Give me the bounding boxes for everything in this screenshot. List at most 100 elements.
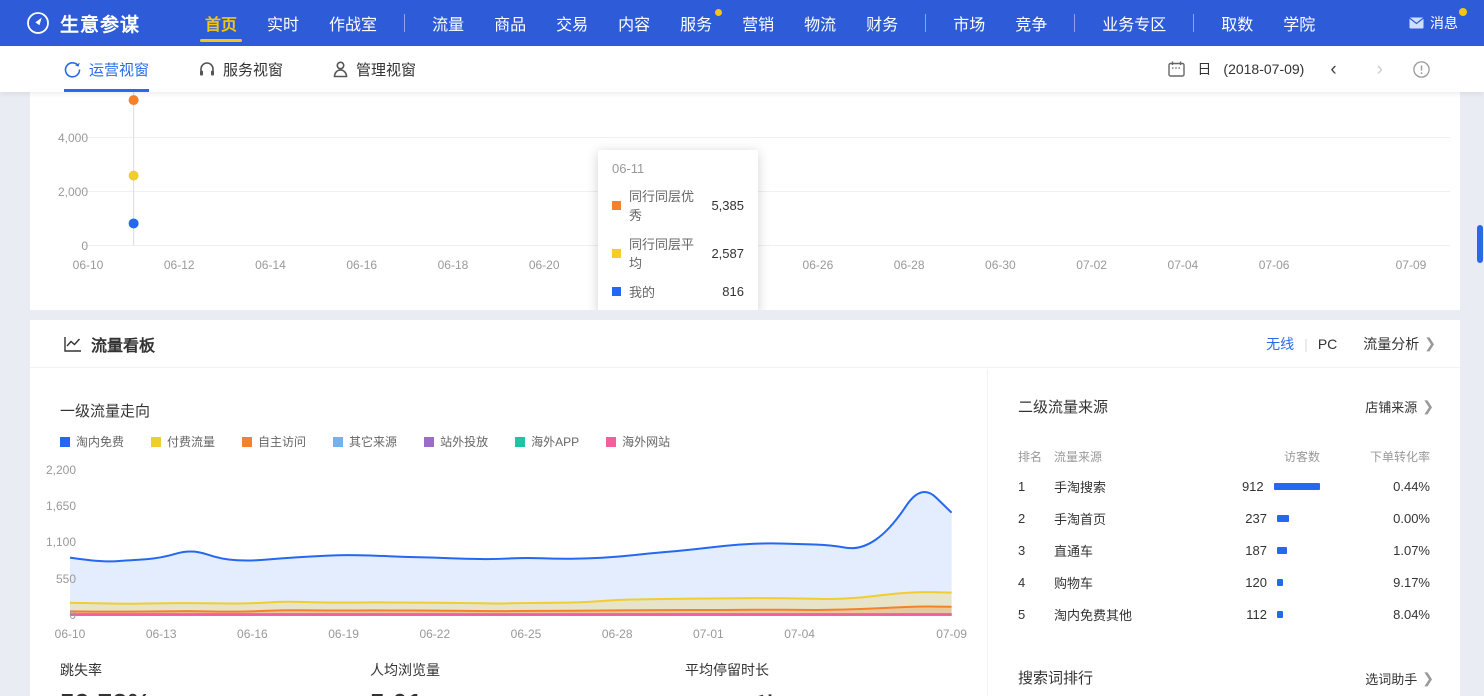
toggle-PC[interactable]: PC: [1318, 336, 1337, 352]
brand-name: 生意参谋: [60, 10, 140, 37]
source-row-淘内免费其他[interactable]: 5淘内免费其他1128.04%: [1018, 598, 1430, 630]
tab-管理视窗[interactable]: 管理视窗: [333, 46, 416, 92]
legend-color-swatch: [424, 437, 434, 447]
y-axis-tick: 1,650: [36, 499, 76, 513]
visitors-bar: [1277, 611, 1283, 618]
metric-label: 人均浏览量: [370, 660, 440, 680]
y-axis-tick: 1,100: [36, 535, 76, 549]
traffic-analysis-link[interactable]: 流量分析 ❯: [1363, 334, 1436, 354]
tab-label: 运营视窗: [89, 59, 149, 80]
source-visitors-cell: 112: [1170, 607, 1320, 622]
x-axis-tick: 07-01: [678, 627, 738, 641]
tab-label: 管理视窗: [356, 59, 416, 80]
metric-label: 平均停留时长: [685, 660, 779, 680]
traffic-board-header: 流量看板 无线|PC 流量分析 ❯: [30, 320, 1460, 368]
source-visitors: 120: [1170, 575, 1267, 590]
legend-item-海外网站[interactable]: 海外网站: [606, 433, 670, 450]
source-conversion: 0.44%: [1320, 479, 1430, 494]
legend-item-付费流量[interactable]: 付费流量: [151, 433, 215, 450]
nav-item-物流[interactable]: 物流: [789, 0, 851, 46]
source-row-购物车[interactable]: 4购物车1209.17%: [1018, 566, 1430, 598]
metric-value: 5.01: [370, 688, 440, 696]
source-name: 淘内免费其他: [1054, 605, 1170, 624]
message-label: 消息: [1430, 13, 1458, 33]
y-axis-tick: 0: [36, 608, 76, 622]
nav-divider: [404, 14, 405, 32]
y-axis-tick: 4,000: [46, 131, 88, 145]
nav-item-首页[interactable]: 首页: [190, 0, 252, 46]
x-axis-tick: 06-16: [222, 627, 282, 641]
x-axis-tick: 06-26: [788, 258, 848, 272]
x-axis-tick: 06-14: [240, 258, 300, 272]
legend-item-其它来源[interactable]: 其它来源: [333, 433, 397, 450]
legend-color-swatch: [242, 437, 252, 447]
nav-item-流量[interactable]: 流量: [417, 0, 479, 46]
chevron-right-icon: ❯: [1422, 670, 1434, 687]
nav-item-交易[interactable]: 交易: [541, 0, 603, 46]
x-axis-tick: 06-10: [58, 258, 118, 272]
legend-item-自主访问[interactable]: 自主访问: [242, 433, 306, 450]
tooltip-row: 我的816: [612, 282, 744, 301]
legend-label: 付费流量: [167, 433, 215, 450]
traffic-board-card: 流量看板 无线|PC 流量分析 ❯ 一级流量走向 淘内免费付费流量自主访问其它来…: [30, 320, 1460, 696]
toggle-无线[interactable]: 无线: [1266, 334, 1294, 354]
legend-label: 淘内免费: [76, 433, 124, 450]
legend-color-swatch: [151, 437, 161, 447]
legend-item-海外APP[interactable]: 海外APP: [515, 433, 579, 450]
trend-chart-card: 02,0004,000 06-1006-1206-1406-1606-1806-…: [30, 92, 1460, 310]
nav-item-商品[interactable]: 商品: [479, 0, 541, 46]
date-granularity[interactable]: 日: [1197, 59, 1211, 79]
nav-item-label: 商品: [494, 11, 526, 35]
tooltip-row: 同行同层平均2,587: [612, 234, 744, 272]
nav-item-label: 财务: [866, 11, 898, 35]
source-row-手淘首页[interactable]: 2手淘首页2370.00%: [1018, 502, 1430, 534]
visitors-bar: [1274, 483, 1320, 490]
nav-item-作战室[interactable]: 作战室: [314, 0, 392, 46]
source-row-直通车[interactable]: 3直通车1871.07%: [1018, 534, 1430, 566]
nav-item-业务专区[interactable]: 业务专区: [1087, 0, 1181, 46]
nav-item-取数[interactable]: 取数: [1206, 0, 1268, 46]
nav-item-财务[interactable]: 财务: [851, 0, 913, 46]
source-rank: 5: [1018, 607, 1054, 622]
nav-item-label: 业务专区: [1102, 11, 1166, 35]
nav-item-label: 交易: [556, 11, 588, 35]
nav-item-label: 学院: [1283, 11, 1315, 35]
nav-item-竞争[interactable]: 竞争: [1000, 0, 1062, 46]
info-icon[interactable]: [1413, 61, 1430, 78]
traffic-board-title: 流量看板: [91, 332, 155, 356]
source-rank: 3: [1018, 543, 1054, 558]
next-day-button[interactable]: ›: [1377, 60, 1383, 79]
prev-day-button[interactable]: ‹: [1330, 60, 1336, 79]
nav-item-市场[interactable]: 市场: [938, 0, 1000, 46]
brand[interactable]: 生意参谋: [26, 10, 140, 37]
nav-item-学院[interactable]: 学院: [1268, 0, 1330, 46]
shop-sources-link[interactable]: 店铺来源 ❯: [1365, 397, 1434, 416]
source-row-手淘搜索[interactable]: 1手淘搜索9120.44%: [1018, 470, 1430, 502]
x-axis-tick: 07-09: [1381, 258, 1441, 272]
column-header: 排名: [1018, 448, 1054, 465]
legend-label: 站外投放: [440, 433, 488, 450]
tab-运营视窗[interactable]: 运营视窗: [64, 46, 149, 92]
legend-color-swatch: [515, 437, 525, 447]
date-value[interactable]: (2018-07-09): [1223, 61, 1304, 77]
nav-item-内容[interactable]: 内容: [603, 0, 665, 46]
nav-message[interactable]: 消息: [1409, 13, 1458, 33]
tab-服务视窗[interactable]: 服务视窗: [199, 46, 283, 92]
source-visitors: 912: [1170, 479, 1264, 494]
page-scrollbar-thumb[interactable]: [1477, 225, 1483, 263]
calendar-icon[interactable]: [1168, 61, 1185, 77]
nav-item-实时[interactable]: 实时: [252, 0, 314, 46]
word-assistant-link[interactable]: 选词助手 ❯: [1365, 669, 1434, 688]
legend-item-淘内免费[interactable]: 淘内免费: [60, 433, 124, 450]
series-color-swatch: [612, 201, 621, 210]
tab-label: 服务视窗: [223, 59, 283, 80]
tooltip-series-label: 同行同层优秀: [629, 186, 703, 224]
legend-item-站外投放[interactable]: 站外投放: [424, 433, 488, 450]
nav-item-营销[interactable]: 营销: [727, 0, 789, 46]
metric-人均浏览量: 人均浏览量 5.01: [370, 660, 440, 696]
sycm-logo-icon: [26, 11, 50, 35]
x-axis-tick: 07-04: [1153, 258, 1213, 272]
nav-item-服务[interactable]: 服务: [665, 0, 727, 46]
visitors-bar: [1277, 579, 1283, 586]
nav-item-label: 竞争: [1015, 11, 1047, 35]
